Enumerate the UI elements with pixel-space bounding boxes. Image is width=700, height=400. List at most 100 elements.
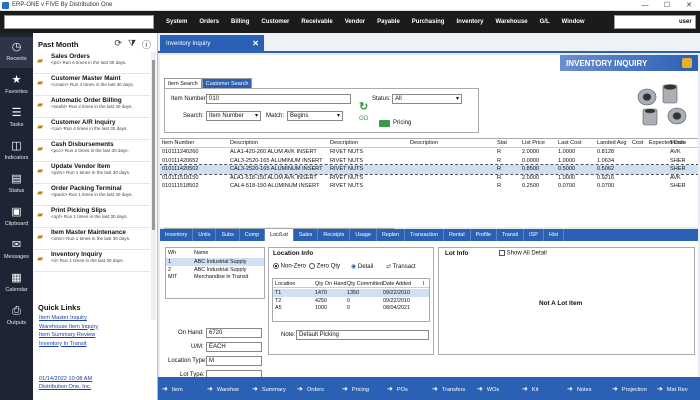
- table-row[interactable]: 010111420652 CAL3-2520-165 ALUMINUM INSER…: [160, 157, 698, 166]
- recent-item[interactable]: ▰ Update Vendor Item <pvin> Run 1 times in…: [34, 162, 150, 184]
- menu-system[interactable]: System: [160, 11, 193, 33]
- action-transfers[interactable]: ➜ Transfers: [428, 385, 473, 393]
- tab-hist[interactable]: Hist: [544, 229, 565, 241]
- match-select[interactable]: Begins: [287, 111, 343, 121]
- status-select[interactable]: All: [392, 94, 462, 104]
- non-zero-radio[interactable]: Non-Zero: [273, 263, 306, 270]
- recent-item[interactable]: ▰ Order Packing Terminal <tpack> Run 1 tim…: [34, 184, 150, 206]
- nav-outputs[interactable]: ⎙ Outputs: [0, 301, 33, 332]
- nav-status[interactable]: ▤ Status: [0, 169, 33, 200]
- tab-replen[interactable]: Replen: [377, 229, 406, 241]
- location-row[interactable]: A5 1000 0 08/04/2021: [273, 304, 429, 312]
- recent-item[interactable]: ▰ Cash Disbursements <pcc> Run 2 times in …: [34, 140, 150, 162]
- warehouse-row[interactable]: MIT Merchandise in Transit: [166, 273, 264, 281]
- recent-item[interactable]: ▰ Print Picking Slips <opl> Run 1 times in…: [34, 206, 150, 228]
- grid-header[interactable]: Cost: [632, 140, 644, 146]
- action-summary[interactable]: ➜ Summary: [248, 385, 293, 393]
- info-icon[interactable]: ⓘ: [142, 38, 151, 51]
- minimize-button[interactable]: —: [634, 0, 656, 11]
- recents-scrollbar[interactable]: [151, 52, 156, 320]
- action-orders[interactable]: ➜ Orders: [293, 385, 338, 393]
- location-row[interactable]: T1 1470 1350 09/22/2010: [273, 289, 429, 297]
- menu-billing[interactable]: Billing: [225, 11, 255, 33]
- nav-clipboard[interactable]: ▣ Clipboard: [0, 202, 33, 233]
- menu-receivable[interactable]: Receivable: [295, 11, 338, 33]
- grid-header[interactable]: Vendo: [670, 140, 686, 146]
- quick-link[interactable]: Item Summary Review: [39, 331, 98, 340]
- transact-button[interactable]: ⇄ Transact: [386, 263, 416, 270]
- recent-item[interactable]: ▰ Inventory Inquiry <ii> Run 1 times in th…: [34, 250, 150, 272]
- refresh-icon[interactable]: ⟳: [114, 38, 122, 51]
- command-input[interactable]: [4, 15, 154, 29]
- nav-calendar[interactable]: ▦ Calendar: [0, 268, 33, 299]
- tab-usage[interactable]: Usage: [350, 229, 377, 241]
- grid-header[interactable]: Last Cost: [558, 140, 582, 146]
- recent-item[interactable]: ▰ Automatic Order Billing <seabl> Run 2 ti…: [34, 96, 150, 118]
- show-all-detail-checkbox[interactable]: Show All Detail: [499, 250, 547, 257]
- menu-vendor[interactable]: Vendor: [339, 11, 371, 33]
- menu-orders[interactable]: Orders: [193, 11, 225, 33]
- recent-item[interactable]: ▰ Item Master Maintenance <imin> Run 1 tim…: [34, 228, 150, 250]
- action-warehse[interactable]: ➜ Warehse: [203, 385, 248, 393]
- table-row[interactable]: 010111420502 CAL3-2520-165 ALUMINUM INSER…: [160, 164, 698, 175]
- tab-transaction[interactable]: Transaction: [405, 229, 444, 241]
- grid-header[interactable]: Description: [410, 140, 438, 146]
- detail-button[interactable]: ◉ Detail: [351, 263, 373, 270]
- tab-inventory[interactable]: Inventory: [160, 229, 194, 241]
- table-row[interactable]: 010111518150 ALA1-518-150 ALUM AVK INSERT…: [160, 174, 698, 183]
- grid-header[interactable]: Description: [330, 140, 358, 146]
- tab-comp[interactable]: Comp: [240, 229, 266, 241]
- warehouse-row[interactable]: 1 ABC Industrial Supply: [166, 258, 264, 266]
- menu-purchasing[interactable]: Purchasing: [406, 11, 451, 33]
- note-field[interactable]: Default Picking: [296, 330, 429, 340]
- pricing-icon[interactable]: [379, 120, 390, 127]
- action-wos[interactable]: ➜ WOs: [473, 385, 518, 393]
- recent-item[interactable]: ▰ Sales Orders <ps> Run 6 times in the las…: [34, 52, 150, 74]
- nav-indicators[interactable]: ◫ Indicators: [0, 136, 33, 167]
- quick-link[interactable]: Item Master Inquiry: [39, 314, 98, 323]
- action-item[interactable]: ➜ Item: [158, 385, 203, 393]
- location-row[interactable]: T2 4250 0 09/22/2010: [273, 297, 429, 305]
- table-row[interactable]: 010111240260 ALA1-420-260 ALUM AVK INSERT…: [160, 148, 698, 157]
- tab-profile[interactable]: Profile: [471, 229, 497, 241]
- tab-sales[interactable]: Sales: [294, 229, 319, 241]
- menu-inventory[interactable]: Inventory: [450, 11, 489, 33]
- go-label[interactable]: GO: [359, 116, 368, 122]
- nav-messages[interactable]: ✉ Messages: [0, 235, 33, 266]
- filter-icon[interactable]: ⧩: [128, 38, 136, 51]
- tab-rental[interactable]: Rental: [444, 229, 471, 241]
- item-number-input[interactable]: 010: [206, 94, 351, 104]
- recent-item[interactable]: ▰ Customer A/R Inquiry <cai> Run 4 times i…: [34, 118, 150, 140]
- grid-header[interactable]: Description: [230, 140, 258, 146]
- tab-inventory-inquiry[interactable]: Inventory Inquiry ✕: [160, 35, 264, 53]
- zero-qty-radio[interactable]: Zero Qty: [309, 263, 340, 270]
- quick-link[interactable]: Inventory In Transit: [39, 340, 98, 349]
- grid-header[interactable]: Stat: [497, 140, 507, 146]
- action-projection[interactable]: ➜ Projection: [608, 385, 653, 393]
- nav-favorites[interactable]: ★ Favorites: [0, 70, 33, 101]
- tab-isp[interactable]: ISP: [524, 229, 544, 241]
- action-pricing[interactable]: ➜ Pricing: [338, 385, 383, 393]
- tab-units[interactable]: Units: [193, 229, 217, 241]
- action-matrev[interactable]: ➜ Mat Rev: [653, 385, 698, 393]
- menu-customer[interactable]: Customer: [255, 11, 295, 33]
- warehouse-row[interactable]: 2 ABC Industrial Supply: [166, 266, 264, 274]
- menu-gl[interactable]: G/L: [534, 11, 556, 33]
- tab-loclot[interactable]: Loc/Lot: [265, 229, 294, 241]
- go-icon[interactable]: ↻: [359, 100, 373, 114]
- footer-date[interactable]: 01/14/2022 10:08 AM: [39, 375, 92, 383]
- close-button[interactable]: ✕: [678, 0, 700, 11]
- action-kit[interactable]: ➜ Kit: [518, 385, 563, 393]
- footer-company[interactable]: Distribution One, Inc.: [39, 383, 92, 391]
- tab-subs[interactable]: Subs: [216, 229, 240, 241]
- grid-header[interactable]: Landed Avg: [597, 140, 626, 146]
- action-notes[interactable]: ➜ Notes: [563, 385, 608, 393]
- tab-transit[interactable]: Transit: [497, 229, 525, 241]
- menu-warehouse[interactable]: Warehouse: [490, 11, 534, 33]
- quick-link[interactable]: Warehouse Item Inquiry: [39, 323, 98, 332]
- nav-recents[interactable]: ◷ Recents: [0, 37, 33, 68]
- close-tab-icon[interactable]: ✕: [252, 39, 259, 48]
- grid-header[interactable]: List Price: [522, 140, 545, 146]
- grid-header[interactable]: Item Number: [162, 140, 194, 146]
- table-row[interactable]: 010111518502 CAL4-518-150 ALUMINUM INSERT…: [160, 182, 698, 191]
